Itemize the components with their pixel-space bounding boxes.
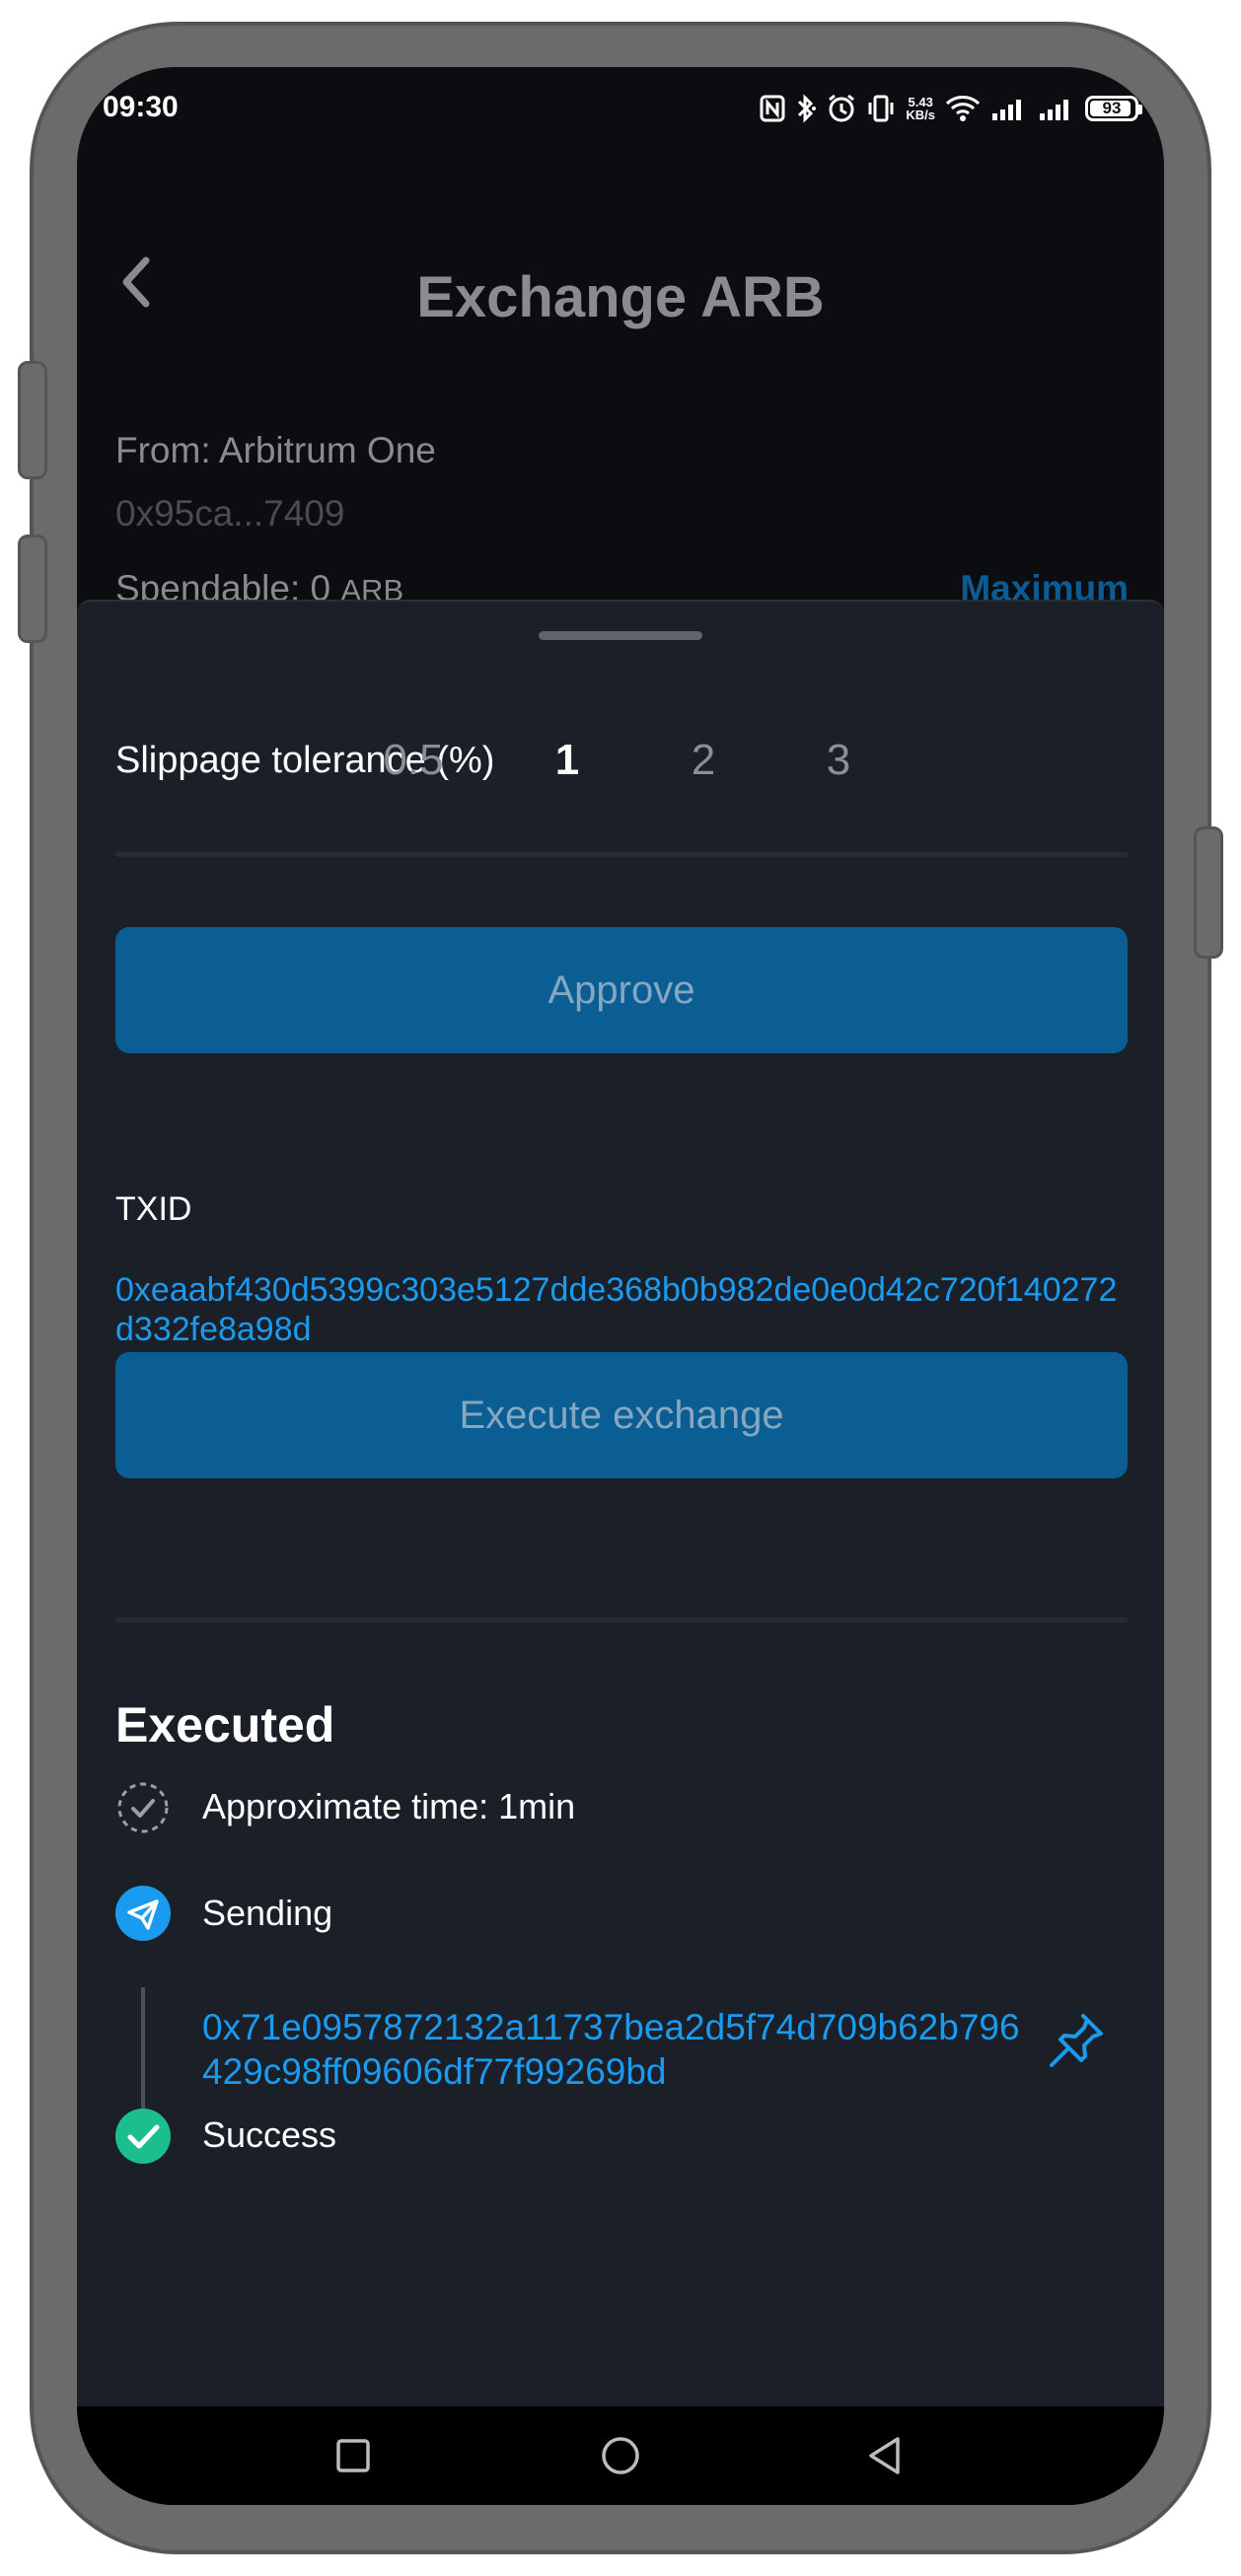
divider bbox=[115, 1617, 1128, 1622]
power-button bbox=[1194, 826, 1223, 959]
wifi-icon bbox=[945, 95, 981, 122]
timeline-connector bbox=[141, 1987, 145, 2110]
screen: 09:30 5.43 KB/s 93 Exchange ARB From: Ar… bbox=[77, 67, 1164, 2505]
battery-level: 93 bbox=[1102, 99, 1122, 117]
net-speed-unit: KB/s bbox=[906, 107, 935, 122]
sending-hash-link[interactable]: 0x71e0957872132a11737bea2d5f74d709b62b79… bbox=[202, 2005, 1021, 2094]
status-icons: 5.43 KB/s 93 bbox=[760, 89, 1142, 128]
nfc-icon bbox=[760, 95, 785, 122]
nav-back-button[interactable] bbox=[854, 2428, 913, 2487]
net-speed-indicator: 5.43 KB/s bbox=[906, 96, 935, 121]
sending-label: Sending bbox=[202, 1893, 333, 1933]
status-time: 09:30 bbox=[103, 91, 179, 123]
status-bar: 09:30 5.43 KB/s 93 bbox=[77, 67, 1164, 146]
nav-recents-button[interactable] bbox=[324, 2428, 383, 2487]
signal-icon-2 bbox=[1038, 96, 1075, 121]
volume-up-button bbox=[18, 361, 47, 479]
square-icon bbox=[335, 2438, 371, 2478]
page-header: Exchange ARB From: Arbitrum One 0x95ca..… bbox=[77, 146, 1164, 669]
volume-down-button bbox=[18, 535, 47, 643]
approve-button[interactable]: Approve bbox=[115, 927, 1128, 1053]
slippage-option-0-5[interactable]: 0.5 bbox=[369, 736, 458, 785]
divider bbox=[115, 852, 1128, 857]
approx-time-text: Approximate time: 1min bbox=[202, 1786, 576, 1826]
system-nav-bar bbox=[77, 2406, 1164, 2505]
txid-label: TXID bbox=[115, 1190, 192, 1228]
circle-icon bbox=[601, 2436, 640, 2480]
executed-title: Executed bbox=[115, 1697, 335, 1753]
clock-check-icon bbox=[115, 1780, 171, 1835]
slippage-option-2[interactable]: 2 bbox=[659, 736, 748, 785]
check-circle-icon bbox=[115, 2109, 171, 2164]
slippage-option-1[interactable]: 1 bbox=[523, 736, 612, 785]
from-address: 0x95ca...7409 bbox=[115, 493, 345, 534]
nav-home-button[interactable] bbox=[591, 2428, 650, 2487]
paper-plane-icon bbox=[115, 1886, 171, 1941]
triangle-back-icon bbox=[866, 2436, 902, 2480]
pin-button[interactable] bbox=[1042, 2008, 1111, 2077]
page-title: Exchange ARB bbox=[416, 265, 825, 329]
txid-value[interactable]: 0xeaabf430d5399c303e5127dde368b0b982de0e… bbox=[115, 1270, 1132, 1349]
bluetooth-icon bbox=[795, 94, 817, 123]
sheet-drag-handle[interactable] bbox=[539, 631, 702, 640]
alarm-icon bbox=[827, 94, 856, 123]
battery-icon: 93 bbox=[1085, 96, 1142, 121]
pin-icon bbox=[1046, 2010, 1107, 2076]
slippage-option-3[interactable]: 3 bbox=[794, 736, 883, 785]
bottom-sheet: Slippage tolerance (%) 0.5 1 2 3 Approve… bbox=[77, 600, 1164, 2408]
success-label: Success bbox=[202, 2114, 337, 2155]
from-network-label: From: Arbitrum One bbox=[115, 430, 436, 470]
signal-icon bbox=[990, 96, 1028, 121]
execute-exchange-button[interactable]: Execute exchange bbox=[115, 1352, 1128, 1478]
vibrate-icon bbox=[866, 94, 896, 123]
